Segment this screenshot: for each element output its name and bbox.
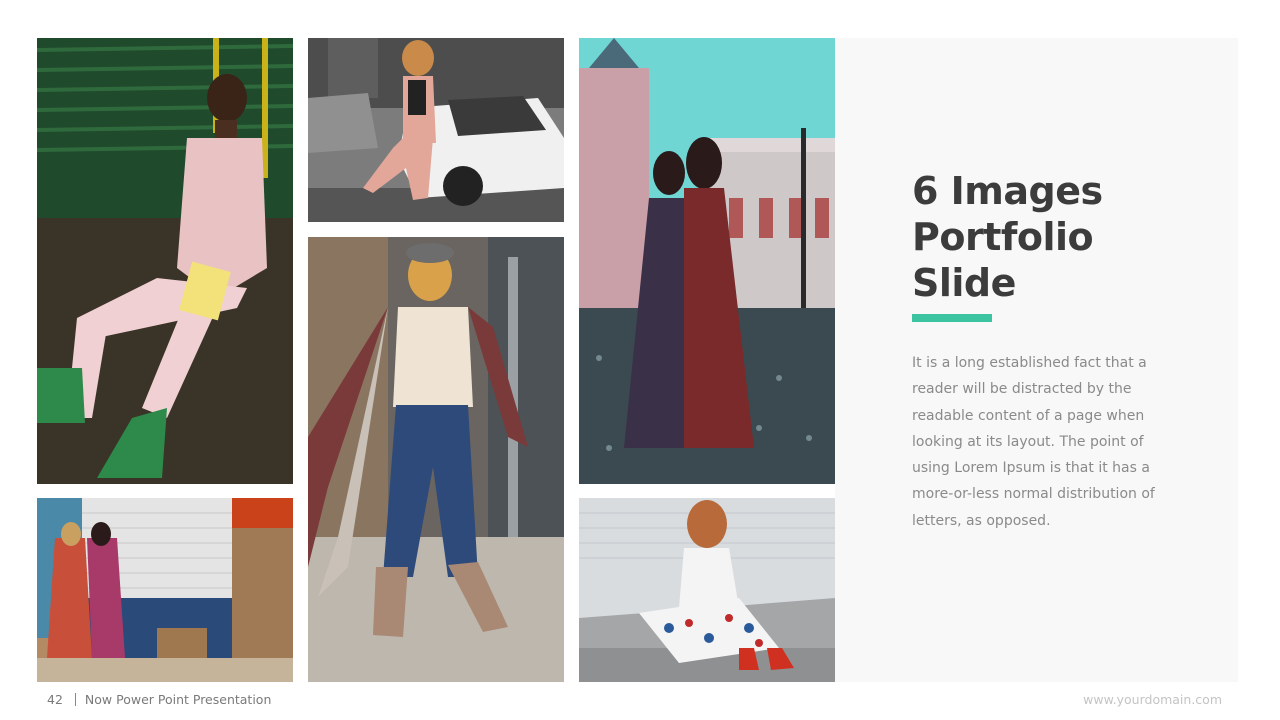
portfolio-photo-floral-dress [579,498,835,682]
title-accent-bar [912,314,992,322]
text-panel: 6 Images Portfolio Slide It is a long es… [835,38,1238,682]
presentation-name: Now Power Point Presentation [84,692,272,707]
footer-website: www.yourdomain.com [1083,692,1222,707]
page-number: 42 [47,692,63,707]
portfolio-photo-palace [579,38,835,484]
slide-title-line: Slide [912,261,1016,305]
slide-title-line: Portfolio [912,215,1094,259]
portfolio-photo-white-car [308,38,564,222]
portfolio-photo-garage [37,498,293,682]
slide-title: 6 Images Portfolio Slide [912,168,1103,306]
slide-title-line: 6 Images [912,169,1103,213]
footer-left: 42 Now Power Point Presentation [47,692,271,707]
portfolio-photo-pink-suit [37,38,293,484]
slide-body-text: It is a long established fact that a rea… [912,355,1155,529]
footer-divider [74,693,76,706]
portfolio-photo-kimono [308,237,564,682]
